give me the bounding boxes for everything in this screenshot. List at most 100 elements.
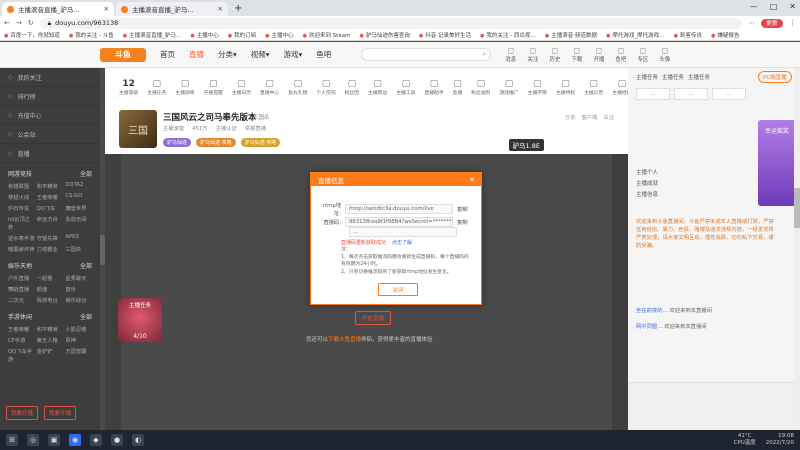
sidebar-category[interactable]: 金铲铲 [37,347,64,363]
streamer-name[interactable]: 主播滚音 [163,124,184,132]
app-icon[interactable]: ◎ [27,434,39,446]
sidebar-category[interactable]: 英雄联盟 [8,182,35,190]
room-tag[interactable]: 驴马仙迹·攻略 [240,138,281,147]
sidebar-category[interactable]: 和平精英 [37,182,64,190]
sidebar-category[interactable]: 守望先锋 [37,234,64,242]
bookmark-item[interactable]: 百度一下，你就知道 [4,31,60,39]
reload-icon[interactable]: ↻ [28,19,34,27]
sidebar-item-rank[interactable]: 排行榜 [0,87,100,106]
sidebar-category[interactable]: 穿越火线 [8,193,35,201]
pc-live-button[interactable]: PC端直播 [758,71,792,83]
nav-link-yuba[interactable]: 鱼吧 [316,49,331,60]
bookmark-item[interactable]: 主播中心 [190,31,219,39]
rank-item[interactable]: 主播成就 [636,179,658,190]
clock[interactable]: 19:08 2022/7/20 [766,433,794,447]
room-tag[interactable]: 驴马仙迹 [163,138,192,147]
search-input[interactable]: ⌕ [361,48,492,61]
streamer-avatar[interactable]: 三国 [119,110,157,148]
sidebar-category[interactable]: 原神 [65,336,92,344]
bookmark-item[interactable]: 刺客传说 [674,31,702,39]
panel-mini-button[interactable]: … [712,88,746,100]
nav-icon-history[interactable]: 历史 [549,46,560,63]
sidebar-category[interactable]: CS:GO [65,193,92,201]
bookmark-item[interactable]: 我的订阅 [228,31,256,39]
bookmark-item[interactable]: 嫌疑报告 [711,31,739,39]
sidebar-category[interactable]: 暗黑破坏神 [8,245,35,253]
chat-user[interactable]: 网中同盟… [636,324,663,330]
task-float-badge[interactable]: 主播任务 4/10 [118,298,162,342]
function-item[interactable]: 主播特权 [556,79,575,96]
start-broadcast-button-2[interactable]: 我要开播 [44,406,77,420]
sidebar-category[interactable]: CF手游 [8,336,35,344]
sidebar-category[interactable]: 王者荣耀 [8,325,35,333]
back-icon[interactable]: ← [4,19,10,27]
bookmark-item[interactable]: 欢迎来到 Steam [303,31,351,39]
function-item[interactable]: 直播助手 [424,79,443,96]
sidebar-item-follow[interactable]: 我的关注 [0,68,100,87]
function-item[interactable]: 主播周边 [368,79,387,96]
room-tag[interactable]: 驴马仙迹·攻略 [196,138,236,147]
start-icon[interactable]: ⊞ [6,434,18,446]
sidebar-category[interactable]: 娱乐综合 [65,296,92,304]
sidebar-category[interactable]: 万国觉醒 [65,347,92,363]
sidebar-category[interactable]: 永劫无间 [65,215,92,231]
minimize-button[interactable]: — [750,2,758,11]
chat-user[interactable]: 坐在前排的… [636,308,668,314]
bookmark-item[interactable]: 主播滚音·频道数据 [545,31,597,39]
sidebar-category[interactable]: APEX [65,234,92,242]
function-item[interactable]: 开播提醒 [204,79,223,96]
stream-code-field[interactable]: 963138rza9f1f98B4?wsSecret=*********** [345,217,453,227]
function-item[interactable]: 主播日历 [232,79,251,96]
sidebar-category[interactable]: 星秀聊天 [65,274,92,282]
sidebar-category[interactable]: 逆水寒手游 [8,234,35,242]
douyu-logo[interactable]: 斗鱼 [100,47,146,62]
nav-icon-follow[interactable]: 关注 [527,46,538,63]
function-item[interactable]: 直播中心 [260,79,279,96]
search-icon[interactable]: ⌕ [482,50,486,59]
sidebar-category[interactable]: 刀塔霸业 [37,245,64,253]
stream-code-field-2[interactable]: … [349,227,457,237]
browser-tab-2[interactable]: 主播滚音直播_驴马… ✕ [116,2,228,16]
function-item[interactable]: 粉丝福利 [471,79,490,96]
bookmark-item[interactable]: 驴马仙迹伤害查询 [359,31,410,39]
nav-icon-yuba[interactable]: 鱼吧 [615,46,626,63]
app-icon[interactable]: ▣ [48,434,60,446]
level-counter[interactable]: 12 主播等级 [119,79,138,96]
function-item[interactable]: 鱼丸礼物 [288,79,307,96]
follow-button[interactable]: 关注 [603,113,614,121]
copy-code-button[interactable]: 复制 [457,218,468,226]
client-button[interactable]: 客户端 [581,113,597,121]
rank-item[interactable]: 主播信息 [636,190,658,201]
panel-mini-button[interactable]: … [636,88,670,100]
page-scrollbar[interactable] [794,68,800,430]
nav-link-category[interactable]: 分类▾ [218,49,237,60]
update-button[interactable]: 更新 [760,18,783,28]
url-field[interactable]: 🔒︎ douyu.com/963138 [39,17,742,29]
panel-mini-button[interactable]: … [674,88,708,100]
start-broadcast-button[interactable]: 我要开播 [6,406,39,420]
nav-icon-broadcast[interactable]: 开播 [593,46,604,63]
maximize-button[interactable]: □ [770,2,778,11]
function-item[interactable]: 主播工具 [396,79,415,96]
nav-icon-avatar[interactable]: 头像 [659,46,670,63]
bookmark-item[interactable]: 抖音·记录美好生活 [419,31,471,39]
sidebar-category[interactable]: 火影忍者 [65,325,92,333]
rtmp-field[interactable]: rtmp://sendtc3a.douyu.com/live [345,204,453,214]
bookmark-item[interactable]: 我的关注 - 斗鱼 [69,31,113,39]
share-button[interactable]: 分享 [565,113,576,121]
sidebar-item-guild[interactable]: 公会站 [0,125,100,144]
sidebar-category[interactable]: 音乐 [65,285,92,293]
close-icon[interactable]: ✕ [469,176,475,184]
start-live-button[interactable]: 开始直播 [355,311,391,325]
copy-rtmp-button[interactable]: 复制 [457,205,468,213]
sidebar-category[interactable]: DOTA2 [65,182,92,190]
forward-icon[interactable]: → [16,19,22,27]
sidebar-category[interactable]: 命运方舟 [37,215,64,231]
sidebar-category[interactable]: 户外直播 [8,274,35,282]
gift-bar[interactable] [628,382,800,430]
browser-tab-1[interactable]: 主播滚音直播_驴马… ✕ [2,2,114,16]
function-item[interactable]: 主播任务 [147,79,166,96]
sidebar-category[interactable]: 二次元 [8,296,35,304]
function-item[interactable]: 个人空间 [316,79,335,96]
bookmark-item[interactable]: 主播中心 [265,31,294,39]
